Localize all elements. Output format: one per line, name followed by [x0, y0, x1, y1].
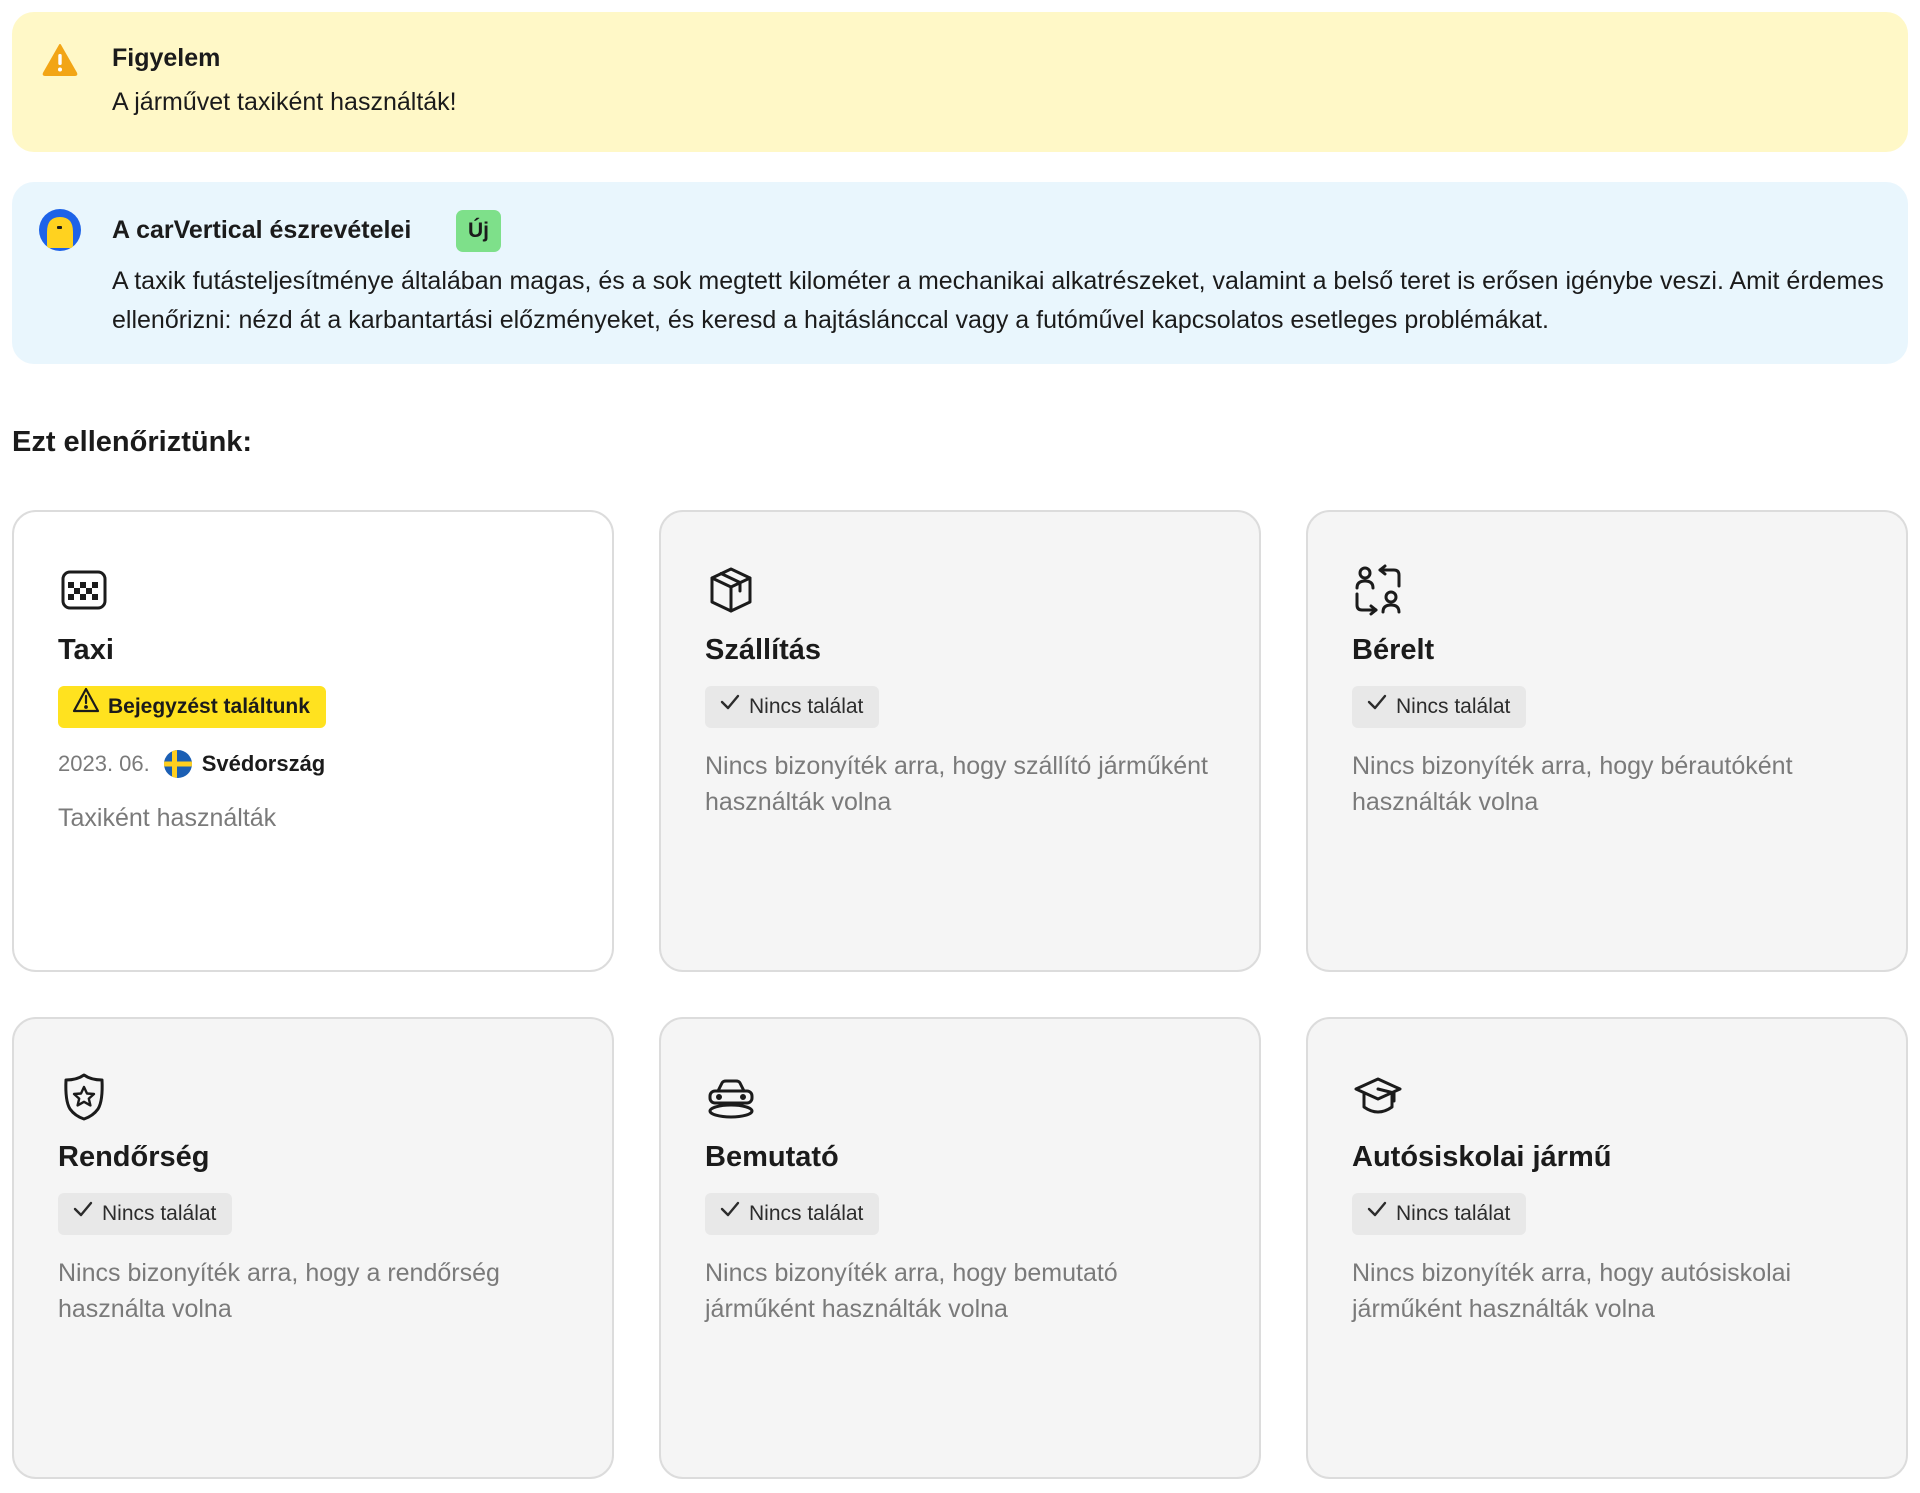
status-badge-none: Nincs találat [1352, 1193, 1527, 1235]
card-description: Nincs bizonyíték arra, hogy szállító jár… [705, 752, 1208, 816]
warning-title: Figyelem [112, 44, 221, 72]
card-title: Bemutató [705, 1141, 839, 1173]
taxi-icon [58, 564, 110, 616]
record-note: Taxiként használták [58, 804, 277, 832]
carvertical-logo-icon [38, 208, 82, 252]
sweden-flag-icon [163, 750, 192, 778]
status-label: Nincs találat [102, 1202, 217, 1225]
warning-triangle-icon [42, 42, 78, 78]
insight-title: A carVertical észrevételei [112, 216, 412, 244]
card-description: Nincs bizonyíték arra, hogy bérautóként … [1352, 752, 1793, 816]
status-label: Nincs találat [1396, 1202, 1511, 1225]
insight-text: A taxik futásteljesítménye általában mag… [112, 267, 1884, 334]
check-card-demo: Bemutató Nincs találat Nincs bizonyíték … [659, 1017, 1261, 1479]
status-label: Bejegyzést találtunk [108, 695, 310, 718]
section-title: Ezt ellenőriztünk: [12, 426, 253, 458]
status-label: Nincs találat [1396, 695, 1511, 718]
rental-exchange-icon [1352, 564, 1404, 616]
check-card-rental: Bérelt Nincs találat Nincs bizonyíték ar… [1306, 510, 1908, 972]
check-card-taxi: Taxi Bejegyzést találtunk 2023. 06. Svéd… [12, 510, 614, 972]
card-title: Szállítás [705, 634, 822, 666]
status-badge-none: Nincs találat [705, 1193, 880, 1235]
record-date: 2023. 06. [58, 751, 150, 776]
card-title: Autósiskolai jármű [1352, 1141, 1612, 1173]
card-title: Bérelt [1352, 634, 1435, 666]
police-badge-icon [58, 1071, 110, 1123]
graduation-cap-icon [1352, 1071, 1404, 1123]
check-icon [1366, 1193, 1388, 1235]
warning-text: A járművet taxiként használták! [112, 88, 457, 116]
record-country: Svédország [201, 751, 326, 776]
carvertical-insight-alert: A carVertical észrevételei Új A taxik fu… [12, 182, 1908, 364]
status-label: Nincs találat [749, 1202, 864, 1225]
card-description: Nincs bizonyíték arra, hogy bemutató jár… [705, 1259, 1118, 1323]
taxi-warning-alert: Figyelem A járművet taxiként használták! [12, 12, 1908, 152]
check-icon [719, 686, 741, 728]
status-label: Nincs találat [749, 695, 864, 718]
status-badge-none: Nincs találat [58, 1193, 233, 1235]
status-badge-found: Bejegyzést találtunk [58, 686, 326, 728]
check-card-driving-school: Autósiskolai jármű Nincs találat Nincs b… [1306, 1017, 1908, 1479]
record-meta: 2023. 06. Svédország [58, 750, 325, 778]
new-badge: Új [456, 210, 501, 252]
card-description: Nincs bizonyíték arra, hogy autósiskolai… [1352, 1259, 1792, 1323]
card-description: Nincs bizonyíték arra, hogy a rendőrség … [58, 1259, 500, 1323]
status-badge-none: Nincs találat [705, 686, 880, 728]
check-icon [1366, 686, 1388, 728]
card-title: Taxi [58, 634, 114, 666]
check-icon [719, 1193, 741, 1235]
check-card-police: Rendőrség Nincs találat Nincs bizonyíték… [12, 1017, 614, 1479]
package-icon [705, 564, 757, 616]
status-badge-none: Nincs találat [1352, 686, 1527, 728]
warning-outline-icon [72, 686, 100, 728]
check-icon [72, 1193, 94, 1235]
card-title: Rendőrség [58, 1141, 210, 1173]
check-card-delivery: Szállítás Nincs találat Nincs bizonyíték… [659, 510, 1261, 972]
showroom-car-icon [705, 1071, 757, 1123]
